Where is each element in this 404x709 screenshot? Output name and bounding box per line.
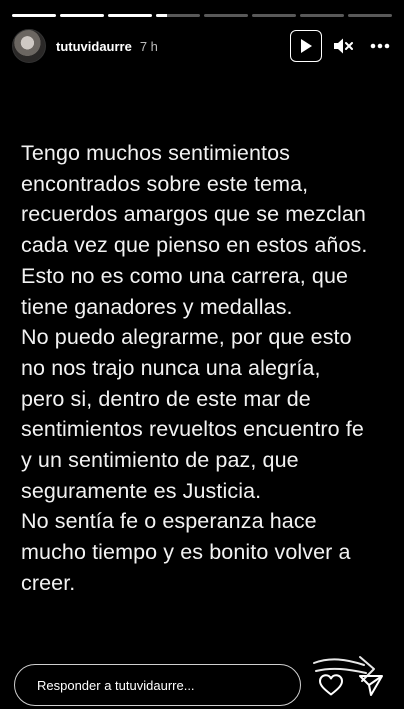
mute-button[interactable] — [332, 35, 354, 57]
mute-icon — [334, 38, 353, 54]
story-text-line: Tengo muchos sentimientos — [21, 141, 291, 165]
play-button[interactable] — [290, 30, 322, 62]
more-icon — [370, 43, 390, 49]
story-text-line: No puedo alegrarme, por que esto — [21, 325, 352, 350]
progress-segment — [300, 14, 344, 17]
story-text-line: recuerdos amargos que se mezclan — [21, 202, 366, 227]
story-text-line: tiene ganadores y medallas. — [21, 294, 293, 319]
progress-segment — [204, 14, 248, 17]
progress-segment — [252, 14, 296, 17]
story-text: Tengo muchos sentimientos encontrados so… — [21, 138, 391, 599]
story-footer — [14, 663, 390, 707]
progress-segment-current — [156, 14, 200, 17]
story-progress-bar — [12, 14, 392, 17]
story-text-line: encontrados sobre este tema, — [21, 171, 309, 196]
story-text-line: y un sentimiento de paz, que — [21, 448, 299, 473]
story-text-line: mucho tiempo y es bonito volver a — [21, 540, 351, 565]
post-time: 7 h — [139, 38, 158, 54]
progress-segment — [12, 14, 56, 17]
story-text-line: no nos trajo nunca una alegría, — [21, 355, 321, 380]
story-text-line: pero si, dentro de este mar de — [21, 386, 311, 411]
story-header: tutuvidaurre 7 h — [12, 28, 392, 64]
heart-icon[interactable] — [318, 673, 344, 697]
story-text-line: seguramente es Justicia. — [21, 478, 262, 503]
reply-field[interactable] — [14, 664, 301, 706]
story-text-line: No sentía fe o esperanza hace — [21, 509, 317, 534]
story-text-line: sentimientos revueltos encuentro fe — [21, 417, 364, 442]
story-text-line: creer. — [21, 570, 76, 595]
username[interactable]: tutuvidaurre — [56, 39, 132, 54]
avatar[interactable] — [12, 29, 46, 63]
send-icon[interactable] — [358, 673, 384, 697]
play-icon — [301, 39, 312, 53]
more-options-button[interactable] — [368, 35, 392, 57]
progress-segment — [348, 14, 392, 17]
story-text-line: Esto no es como una carrera, que — [21, 263, 349, 288]
story-text-line: cada vez que pienso en estos años. — [21, 233, 368, 258]
reply-input[interactable] — [35, 676, 279, 694]
progress-segment — [108, 14, 152, 17]
progress-segment — [60, 14, 104, 17]
